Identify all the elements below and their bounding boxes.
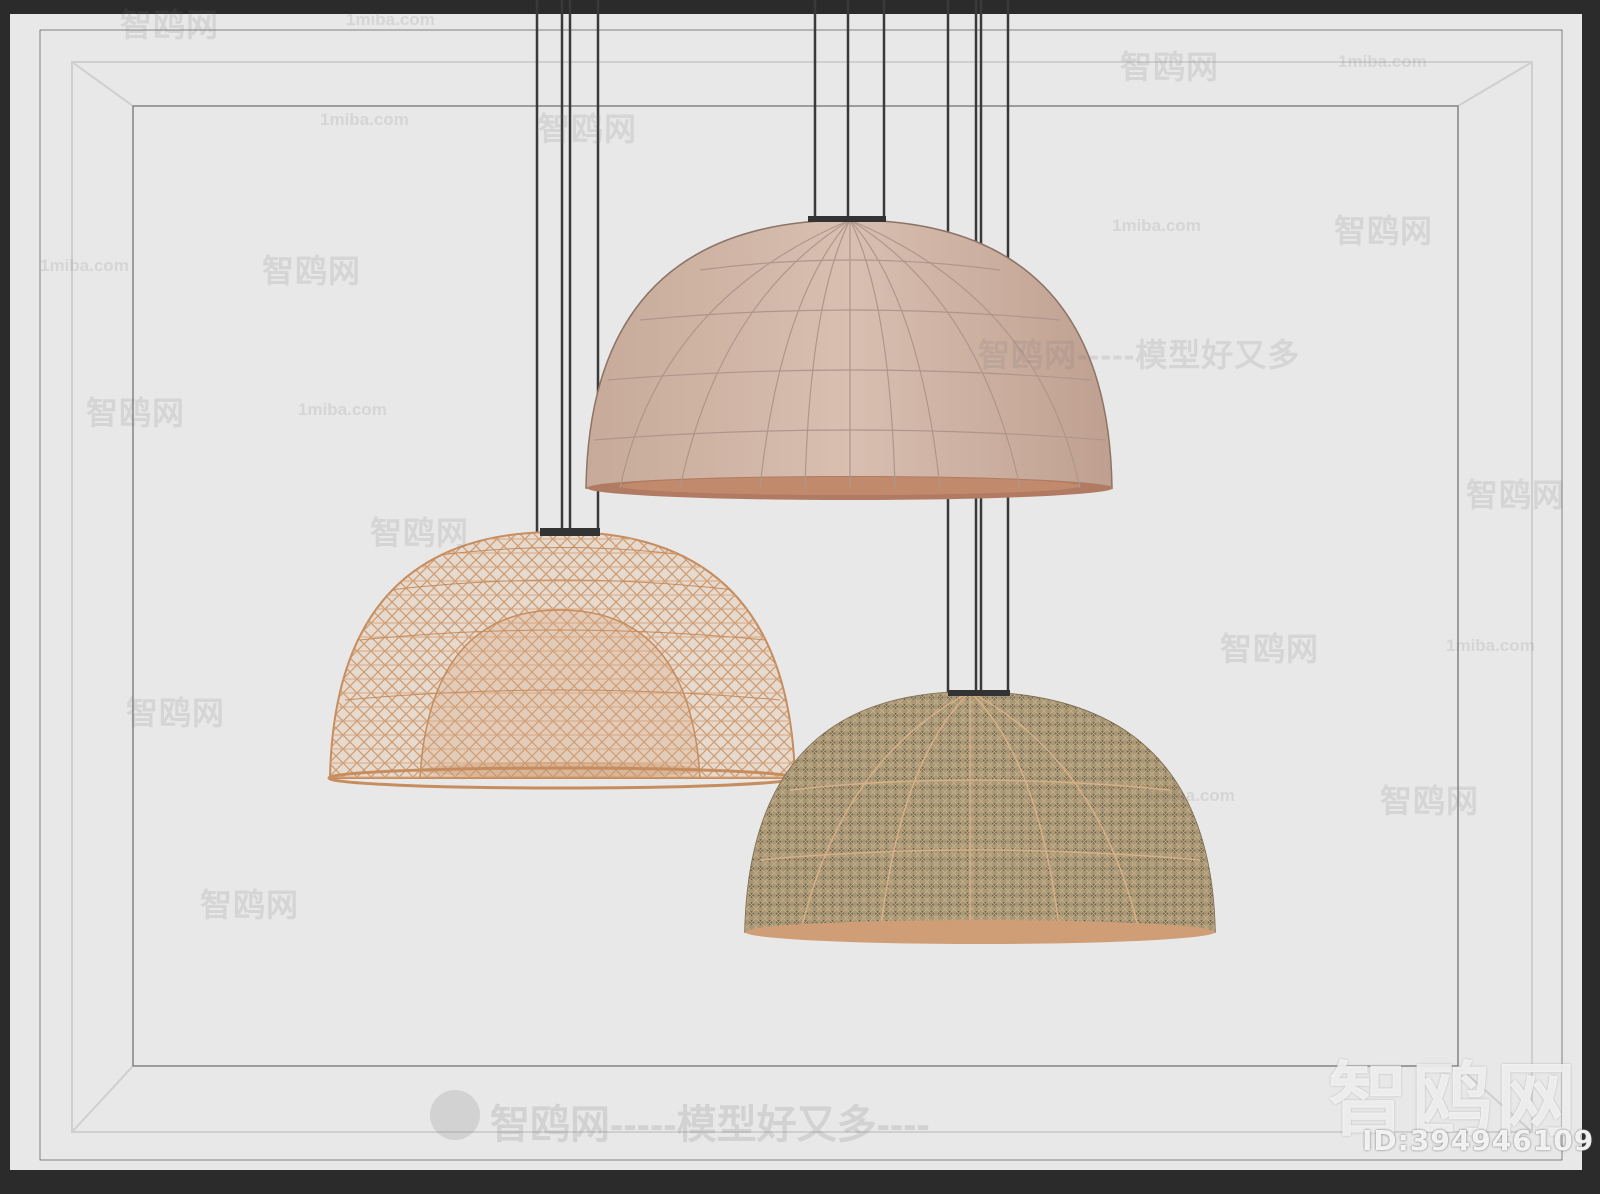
room-wireframe-dark bbox=[39, 29, 1563, 1161]
right-cane-dome-lamp bbox=[744, 690, 1216, 944]
top-fabric-dome-lamp bbox=[585, 216, 1113, 500]
room-wireframe bbox=[39, 29, 1563, 1161]
scene-canvas bbox=[39, 0, 1563, 1161]
brand-logo-icon bbox=[430, 1090, 480, 1140]
left-rattan-dome-lamp bbox=[327, 528, 797, 790]
